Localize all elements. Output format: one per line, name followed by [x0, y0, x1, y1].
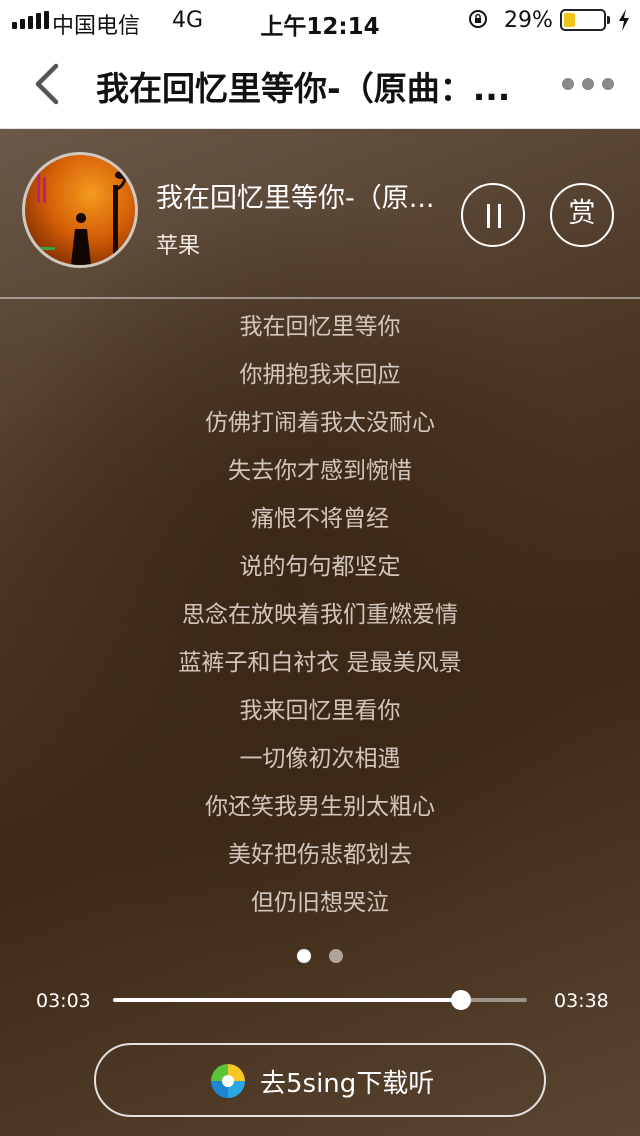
pause-icon	[498, 204, 501, 228]
album-art-illustration	[37, 162, 127, 265]
lyric-line: 痛恨不将曾经	[251, 506, 389, 532]
nav-bar: 我在回忆里等你-（原曲：...	[0, 40, 640, 129]
total-time: 03:38	[554, 990, 609, 1012]
download-label: 去5sing下载听	[260, 1069, 435, 1099]
rotation-lock-icon	[469, 10, 487, 28]
status-bar: 中国电信 4G 上午12:14 29%	[0, 0, 640, 40]
album-cover[interactable]	[22, 152, 138, 268]
progress-slider[interactable]	[113, 990, 527, 1010]
battery-tip	[607, 16, 610, 24]
lyric-line: 你还笑我男生别太粗心	[205, 794, 435, 820]
header-divider	[0, 297, 640, 299]
download-5sing-button[interactable]: 去5sing下载听	[94, 1043, 546, 1117]
progress-thumb[interactable]	[451, 990, 471, 1010]
lyric-line: 思念在放映着我们重燃爱情	[182, 602, 458, 628]
lyric-line: 但仍旧想哭泣	[251, 890, 389, 916]
artist-name: 苹果	[156, 234, 201, 259]
song-title: 我在回忆里等你-（原...	[156, 183, 435, 214]
charging-bolt-icon	[619, 9, 629, 31]
lyric-line: 你拥抱我来回应	[239, 362, 401, 388]
lyric-line: 说的句句都坚定	[239, 554, 401, 580]
reward-button[interactable]: 赏	[550, 183, 614, 247]
back-button[interactable]	[30, 62, 64, 106]
lyrics-panel[interactable]: 我在回忆里等你 你拥抱我来回应仿佛打闹着我太没耐心 失去你才感到惋惜 痛恨不将曾经 说的…	[0, 305, 640, 929]
lyric-line: 蓝裤子和白衬衣 是最美风景	[178, 650, 462, 676]
page-title: 我在回忆里等你-（原曲：...	[96, 69, 511, 108]
page-indicator	[297, 949, 347, 965]
5sing-logo-icon	[211, 1064, 245, 1098]
pause-icon	[487, 204, 490, 228]
lyric-line: 我在回忆里等你	[239, 314, 401, 340]
lyric-line: 失去你才感到惋惜	[228, 458, 412, 484]
lyric-line: 仿佛打闹着我太没耐心	[205, 410, 435, 436]
battery-icon	[560, 9, 606, 31]
page-dot-2[interactable]	[329, 949, 343, 963]
current-time: 03:03	[36, 990, 91, 1012]
lyric-line: 美好把伤悲都划去	[228, 842, 412, 868]
progress-fill	[113, 998, 461, 1002]
lyric-line: 我来回忆里看你	[239, 698, 401, 724]
battery-percent: 29%	[504, 8, 553, 33]
page-dot-1[interactable]	[297, 949, 311, 963]
more-dots-icon[interactable]	[562, 76, 614, 92]
lyric-line: 一切像初次相遇	[239, 746, 401, 772]
pause-button[interactable]	[461, 183, 525, 247]
